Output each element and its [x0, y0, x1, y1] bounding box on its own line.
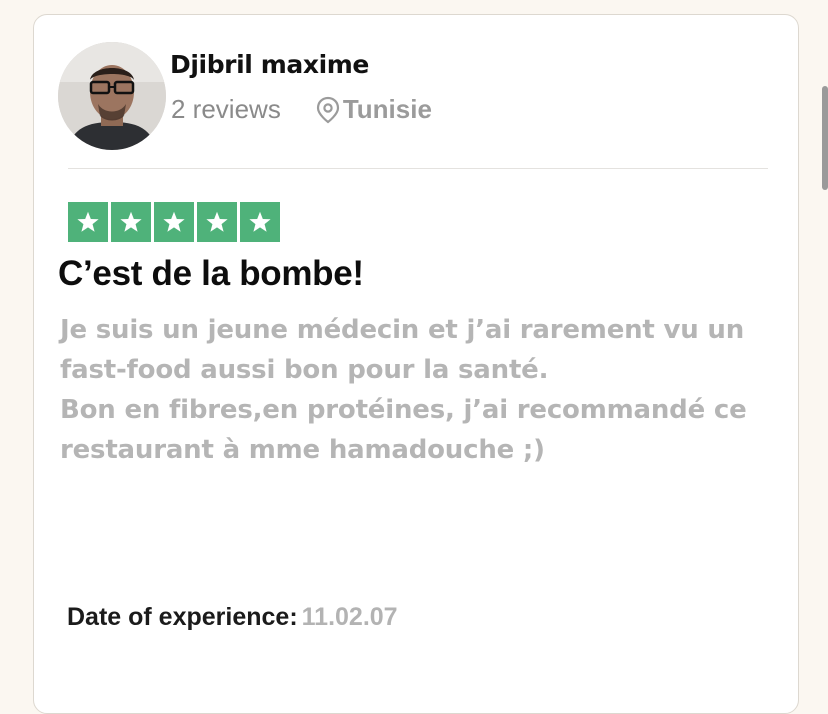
star-rating	[68, 202, 280, 242]
avatar-photo	[58, 42, 166, 150]
reviewer-meta: 2 reviews Tunisie	[171, 94, 432, 125]
experience-date: 11.02.07	[301, 603, 398, 631]
avatar[interactable]	[58, 42, 166, 150]
review-body-line: Je suis un jeune médecin et j’ai raremen…	[60, 315, 745, 345]
review-title[interactable]: C’est de la bombe!	[58, 254, 364, 294]
review-body: Je suis un jeune médecin et j’ai raremen…	[60, 310, 800, 470]
review-body-line: Bon en fibres,en protéines, j’ai recomma…	[60, 395, 747, 425]
star-icon	[68, 202, 108, 242]
star-icon	[197, 202, 237, 242]
experience-label: Date of experience:	[67, 603, 298, 631]
divider	[68, 168, 768, 169]
reviewer-location: Tunisie	[342, 94, 432, 124]
reviews-count[interactable]: 2 reviews	[171, 94, 281, 125]
review-body-line: restaurant à mme hamadouche ;)	[60, 435, 545, 465]
star-icon	[111, 202, 151, 242]
reviewer-name[interactable]: Djibril maxime	[170, 50, 369, 79]
location-pin-icon	[315, 96, 341, 124]
date-of-experience: Date of experience: 11.02.07	[67, 603, 398, 632]
star-icon	[240, 202, 280, 242]
scrollbar[interactable]	[822, 86, 828, 190]
review-body-line: fast-food aussi bon pour la santé.	[60, 355, 549, 385]
star-icon	[154, 202, 194, 242]
